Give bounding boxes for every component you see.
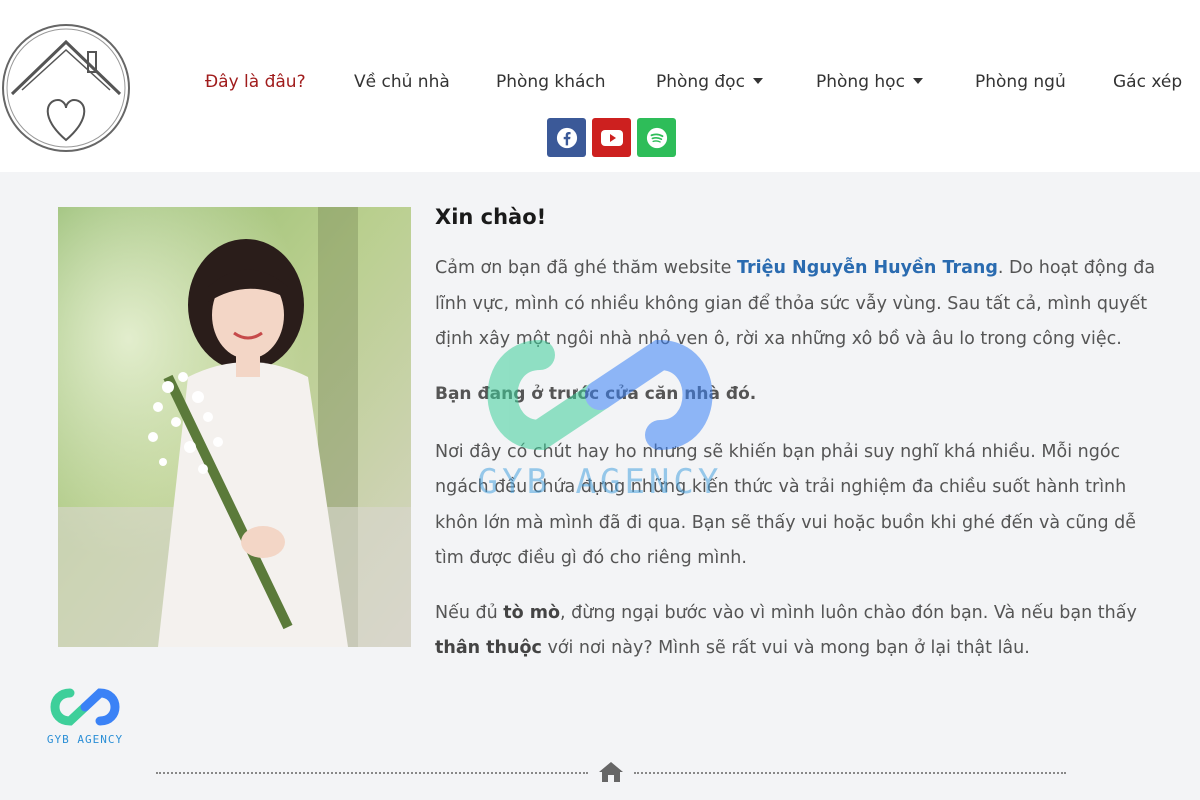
nav-item-phong-doc[interactable]: Phòng đọc [656, 72, 763, 92]
portrait-photo [58, 207, 411, 647]
divider-line [634, 772, 1066, 774]
divider-line [156, 772, 588, 774]
nav-label: Về chủ nhà [354, 72, 450, 92]
greeting-heading: Xin chào! [435, 205, 547, 229]
nav-label: Phòng ngủ [975, 72, 1066, 92]
intro-content: Xin chào! Cảm ơn bạn đã ghé thăm website… [435, 205, 1170, 686]
nav-label: Phòng khách [496, 72, 606, 92]
text: với nơi này? Mình sẽ rất vui và mong bạn… [541, 638, 1030, 658]
nav-item-ve-chu-nha[interactable]: Về chủ nhà [354, 72, 450, 92]
nav-item-gac-xep[interactable]: Gác xép [1113, 72, 1182, 92]
nav-item-phong-ngu[interactable]: Phòng ngủ [975, 72, 1066, 92]
home-icon [599, 762, 623, 782]
text: Nếu đủ [435, 602, 504, 623]
spotify-button[interactable] [637, 118, 676, 157]
author-name-link[interactable]: Triệu Nguyễn Huyền Trang [737, 258, 998, 278]
section-divider [156, 760, 1066, 784]
caret-down-icon [912, 78, 923, 84]
closing-paragraph: Nếu đủ tò mò, đừng ngại bước vào vì mình… [435, 596, 1170, 667]
nav-label: Phòng học [816, 72, 905, 92]
nav-label: Phòng đọc [656, 72, 745, 92]
emphasis-text: thân thuộc [435, 638, 542, 658]
text: , đừng ngại bước vào vì mình luôn chào đ… [560, 602, 1137, 623]
nav-label: Gác xép [1113, 72, 1183, 92]
site-header: Đây là đâu? Về chủ nhà Phòng khách Phòng… [0, 0, 1200, 172]
gyb-agency-logo: GYB AGENCY [47, 688, 123, 746]
nav-item-phong-hoc[interactable]: Phòng học [816, 72, 923, 92]
spotify-icon [646, 127, 667, 148]
emphasis-text: tò mò [503, 602, 561, 623]
subheading: Bạn đang ở trước cửa căn nhà đó. [435, 383, 757, 404]
nav-item-day-la-dau[interactable]: Đây là đâu? [205, 72, 306, 92]
text: Cảm ơn bạn đã ghé thăm website [435, 258, 737, 278]
nav-item-phong-khach[interactable]: Phòng khách [496, 72, 606, 92]
body-paragraph: Nơi đây có chút hay ho nhưng sẽ khiến bạ… [435, 441, 1137, 569]
intro-paragraph: Cảm ơn bạn đã ghé thăm website Triệu Ngu… [435, 251, 1170, 358]
youtube-icon [600, 129, 623, 146]
caret-down-icon [752, 78, 763, 84]
main-nav: Đây là đâu? Về chủ nhà Phòng khách Phòng… [0, 72, 1200, 100]
youtube-button[interactable] [592, 118, 631, 157]
nav-label: Đây là đâu? [205, 72, 306, 92]
corner-logo-text: GYB AGENCY [47, 733, 123, 746]
facebook-icon [556, 127, 577, 148]
facebook-button[interactable] [547, 118, 586, 157]
